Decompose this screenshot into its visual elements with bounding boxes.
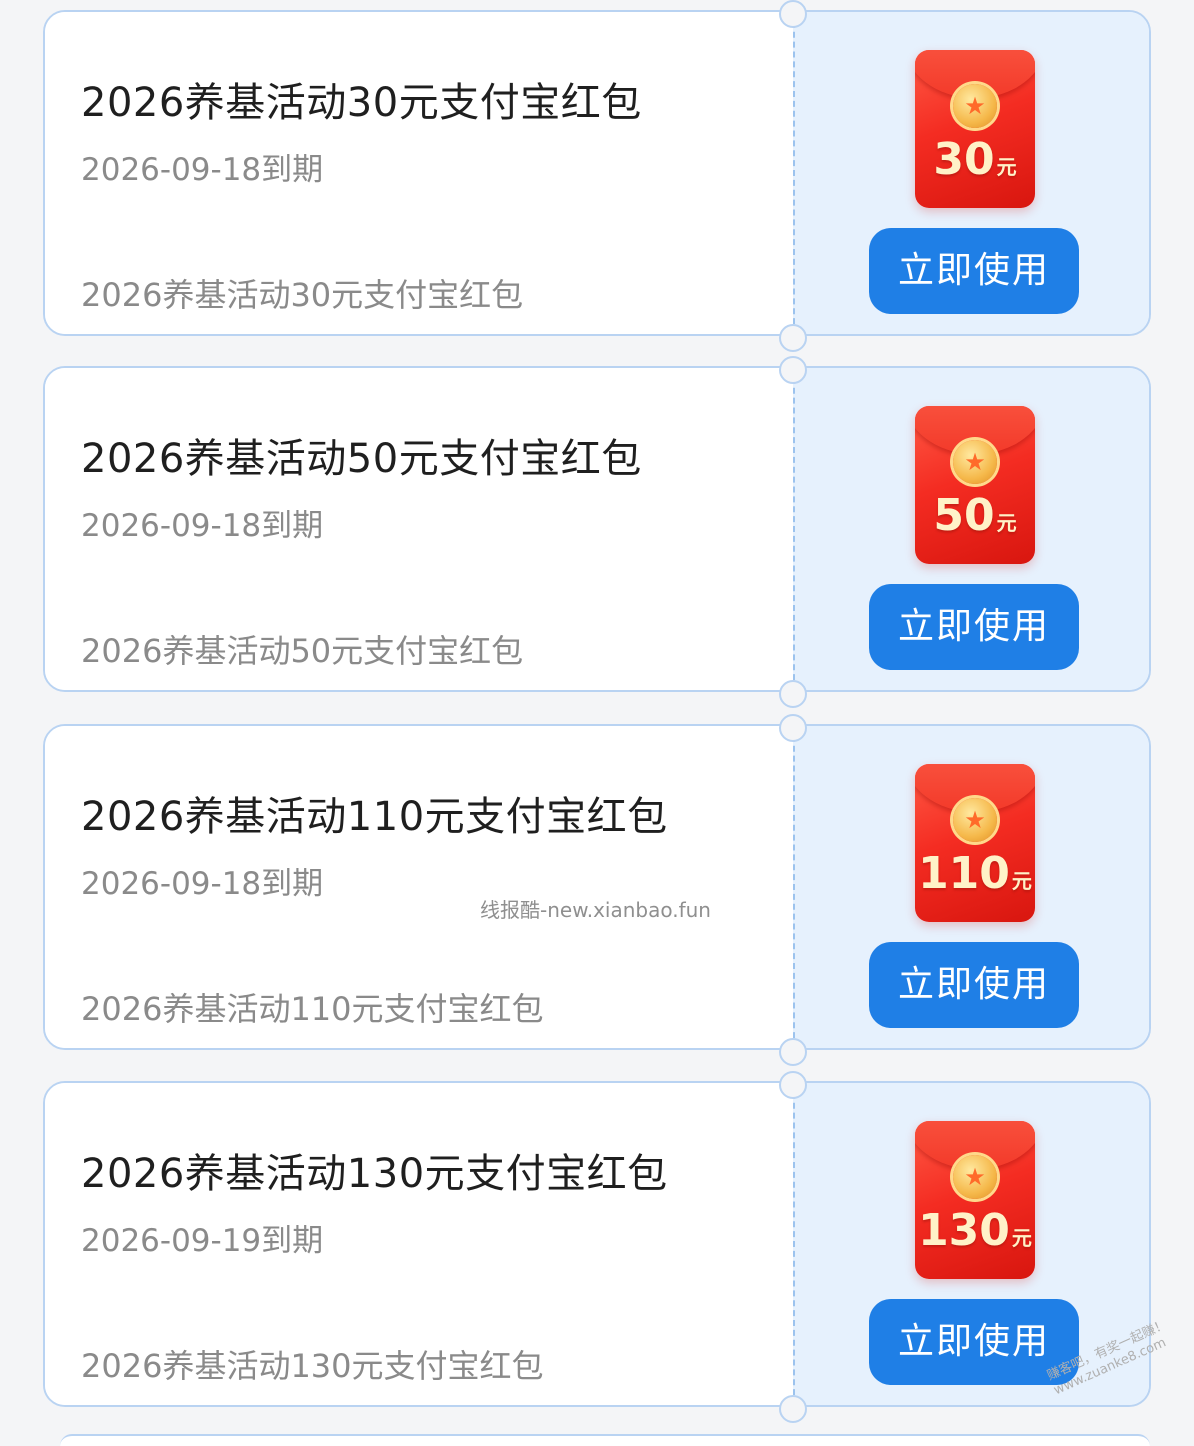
use-now-button[interactable]: 立即使用 (869, 942, 1079, 1028)
coupon-description: 2026养基活动30元支付宝红包 (81, 276, 524, 314)
next-coupon-edge (60, 1434, 1150, 1446)
amount-value: 30 (933, 134, 995, 185)
amount-value: 110 (918, 848, 1010, 899)
coupon-card: 2026养基活动50元支付宝红包 2026-09-18到期 2026养基活动50… (43, 366, 1151, 692)
coupon-expire-date: 2026-09-18到期 (81, 866, 324, 902)
amount-unit: 元 (1011, 869, 1032, 893)
star-coin-icon: ★ (953, 798, 997, 842)
coupon-card: 2026养基活动110元支付宝红包 2026-09-18到期 2026养基活动1… (43, 724, 1151, 1050)
envelope-amount: 130 元 (915, 1205, 1035, 1256)
ticket-notch (779, 1395, 807, 1423)
coupon-title: 2026养基活动130元支付宝红包 (81, 1151, 668, 1197)
envelope-amount: 110 元 (915, 848, 1035, 899)
envelope-amount: 30 元 (915, 134, 1035, 185)
coupon-card: 2026养基活动130元支付宝红包 2026-09-19到期 2026养基活动1… (43, 1081, 1151, 1407)
coupon-expire-date: 2026-09-18到期 (81, 508, 324, 544)
coupon-action-area: ★ 50 元 立即使用 (793, 368, 1149, 690)
coupon-description: 2026养基活动50元支付宝红包 (81, 632, 524, 670)
coupon-expire-date: 2026-09-19到期 (81, 1223, 324, 1259)
coupon-expire-date: 2026-09-18到期 (81, 152, 324, 188)
amount-unit: 元 (996, 155, 1017, 179)
star-coin-icon: ★ (953, 440, 997, 484)
watermark: 线报酷-new.xianbao.fun (480, 898, 711, 922)
amount-unit: 元 (1011, 1226, 1032, 1250)
coupon-action-area: ★ 30 元 立即使用 (793, 12, 1149, 334)
use-now-button[interactable]: 立即使用 (869, 228, 1079, 314)
amount-value: 50 (933, 490, 995, 541)
star-coin-icon: ★ (953, 1155, 997, 1199)
coupon-info: 2026养基活动30元支付宝红包 2026-09-18到期 2026养基活动30… (45, 12, 793, 334)
ticket-notch (779, 1038, 807, 1066)
amount-unit: 元 (996, 511, 1017, 535)
ticket-notch (779, 0, 807, 28)
ticket-notch (779, 1071, 807, 1099)
coupon-info: 2026养基活动110元支付宝红包 2026-09-18到期 2026养基活动1… (45, 726, 793, 1048)
coupon-info: 2026养基活动50元支付宝红包 2026-09-18到期 2026养基活动50… (45, 368, 793, 690)
star-coin-icon: ★ (953, 84, 997, 128)
coupon-title: 2026养基活动30元支付宝红包 (81, 80, 642, 126)
red-envelope-icon: ★ 30 元 (915, 50, 1035, 208)
use-now-button[interactable]: 立即使用 (869, 584, 1079, 670)
amount-value: 130 (918, 1205, 1010, 1256)
ticket-notch (779, 324, 807, 352)
coupon-title: 2026养基活动110元支付宝红包 (81, 794, 668, 840)
coupon-action-area: ★ 110 元 立即使用 (793, 726, 1149, 1048)
coupon-info: 2026养基活动130元支付宝红包 2026-09-19到期 2026养基活动1… (45, 1083, 793, 1405)
red-envelope-icon: ★ 110 元 (915, 764, 1035, 922)
ticket-notch (779, 714, 807, 742)
envelope-amount: 50 元 (915, 490, 1035, 541)
coupon-description: 2026养基活动130元支付宝红包 (81, 1347, 544, 1385)
red-envelope-icon: ★ 50 元 (915, 406, 1035, 564)
red-envelope-icon: ★ 130 元 (915, 1121, 1035, 1279)
coupon-card: 2026养基活动30元支付宝红包 2026-09-18到期 2026养基活动30… (43, 10, 1151, 336)
coupon-title: 2026养基活动50元支付宝红包 (81, 436, 642, 482)
coupon-description: 2026养基活动110元支付宝红包 (81, 990, 544, 1028)
ticket-notch (779, 680, 807, 708)
ticket-notch (779, 356, 807, 384)
